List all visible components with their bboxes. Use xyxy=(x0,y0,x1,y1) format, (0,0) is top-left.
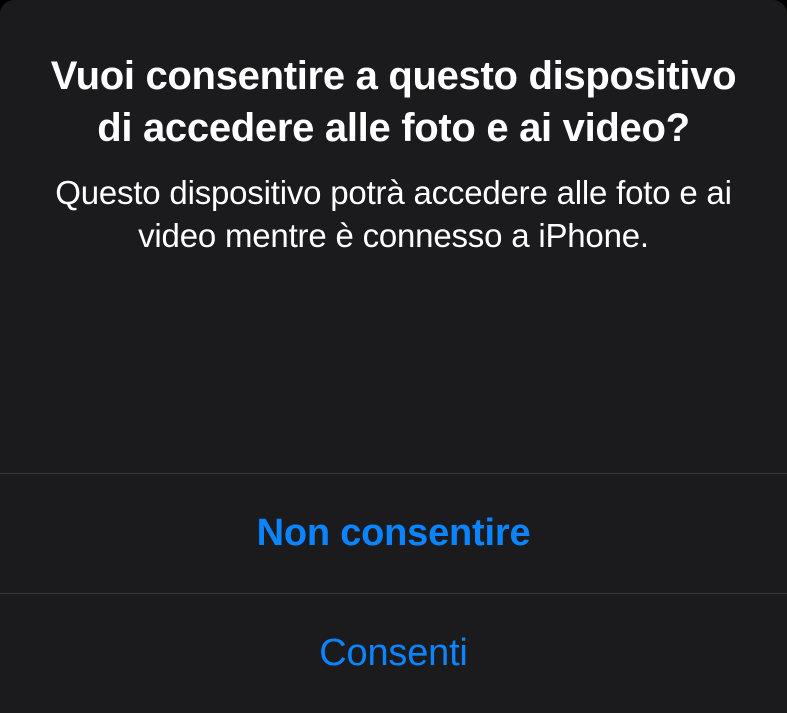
deny-button[interactable]: Non consentire xyxy=(0,473,787,593)
alert-content: Vuoi consentire a questo dispositivo di … xyxy=(0,0,787,473)
alert-title: Vuoi consentire a questo dispositivo di … xyxy=(40,50,747,154)
permission-alert: Vuoi consentire a questo dispositivo di … xyxy=(0,0,787,713)
alert-message: Questo dispositivo potrà accedere alle f… xyxy=(40,172,747,258)
allow-button[interactable]: Consenti xyxy=(0,593,787,713)
